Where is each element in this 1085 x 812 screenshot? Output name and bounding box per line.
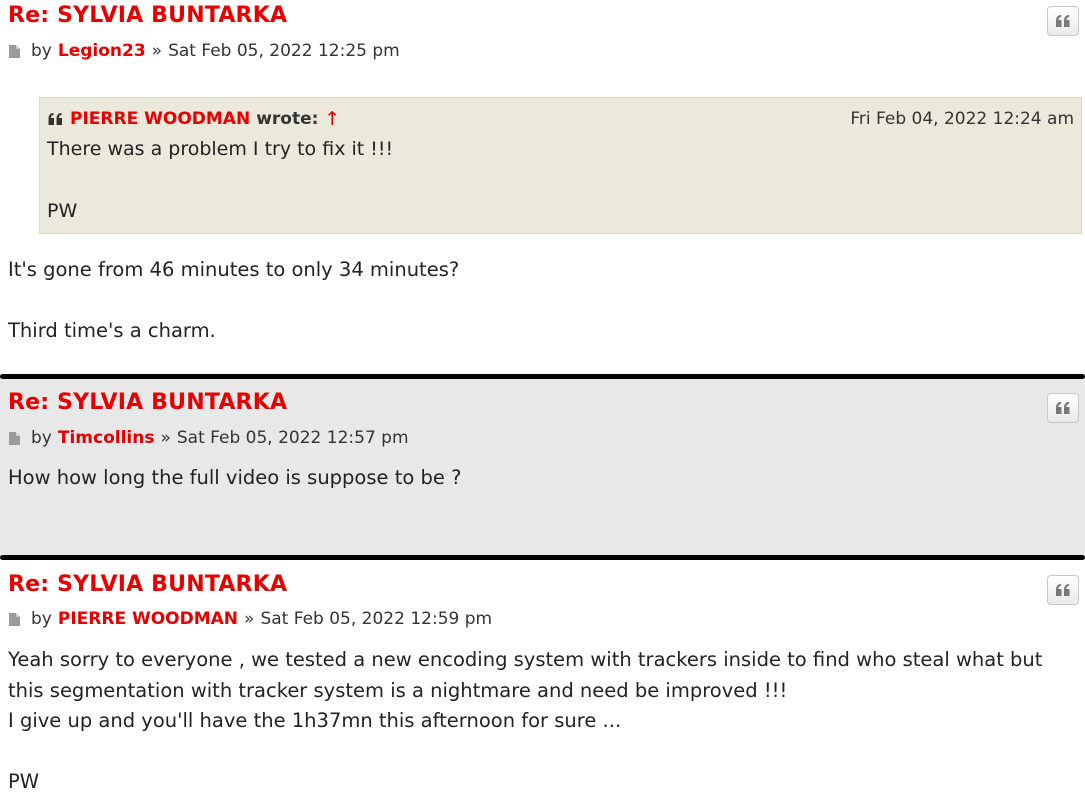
post-text: PW [8, 770, 40, 793]
post-text: Third time's a charm. [8, 319, 216, 342]
quote-date: Fri Feb 04, 2022 12:24 am [850, 109, 1074, 129]
post-date: Sat Feb 05, 2022 12:57 pm [176, 428, 409, 448]
quote-wrote-label: wrote: [256, 109, 319, 129]
post: Re: SYLVIA BUNTARKA by Timcollins » Sat … [0, 379, 1085, 555]
post-text: It's gone from 46 minutes to only 34 min… [8, 258, 460, 281]
quote-icon [47, 112, 64, 126]
post-meta: by PIERRE WOODMAN » Sat Feb 05, 2022 12:… [8, 609, 492, 629]
document-icon[interactable] [8, 612, 21, 627]
separator: » [160, 428, 171, 448]
post-date: Sat Feb 05, 2022 12:59 pm [260, 609, 493, 629]
quote-text: There was a problem I try to fix it !!! [47, 138, 394, 160]
post: Re: SYLVIA BUNTARKA by Legion23 » Sat Fe… [0, 0, 1085, 376]
quote-icon [1056, 584, 1070, 596]
post-text: this segmentation with tracker system is… [8, 679, 788, 702]
separator: » [151, 41, 163, 61]
post-date: Sat Feb 05, 2022 12:25 pm [168, 41, 400, 61]
document-icon[interactable] [8, 44, 21, 59]
post-text: Yeah sorry to everyone , we tested a new… [8, 648, 1043, 671]
document-icon[interactable] [8, 431, 21, 446]
quote-text: PW [47, 200, 78, 222]
post-text: I give up and you'll have the 1h37mn thi… [8, 709, 622, 732]
quote-icon [1056, 402, 1070, 414]
author-link[interactable]: PIERRE WOODMAN [58, 609, 238, 629]
jump-to-post-arrow[interactable]: ↑ [324, 108, 340, 130]
post-text: How how long the full video is suppose t… [8, 466, 462, 489]
author-link[interactable]: Timcollins [58, 428, 155, 448]
post: Re: SYLVIA BUNTARKA by PIERRE WOODMAN » … [0, 560, 1085, 812]
author-link[interactable]: Legion23 [58, 41, 146, 61]
quote-button[interactable] [1047, 393, 1079, 423]
by-label: by [31, 609, 52, 629]
quote-block: PIERRE WOODMAN wrote: ↑ Fri Feb 04, 2022… [39, 97, 1082, 234]
by-label: by [31, 41, 52, 61]
by-label: by [31, 428, 52, 448]
quote-button[interactable] [1047, 6, 1079, 36]
post-title[interactable]: Re: SYLVIA BUNTARKA [8, 390, 287, 415]
post-title[interactable]: Re: SYLVIA BUNTARKA [8, 3, 287, 28]
quote-button[interactable] [1047, 575, 1079, 605]
post-meta: by Legion23 » Sat Feb 05, 2022 12:25 pm [8, 41, 400, 61]
post-meta: by Timcollins » Sat Feb 05, 2022 12:57 p… [8, 428, 409, 448]
quote-icon [1056, 15, 1070, 27]
quote-author[interactable]: PIERRE WOODMAN [70, 109, 250, 129]
separator: » [244, 609, 255, 629]
quote-citation: PIERRE WOODMAN wrote: ↑ [47, 108, 340, 130]
post-title[interactable]: Re: SYLVIA BUNTARKA [8, 572, 287, 597]
